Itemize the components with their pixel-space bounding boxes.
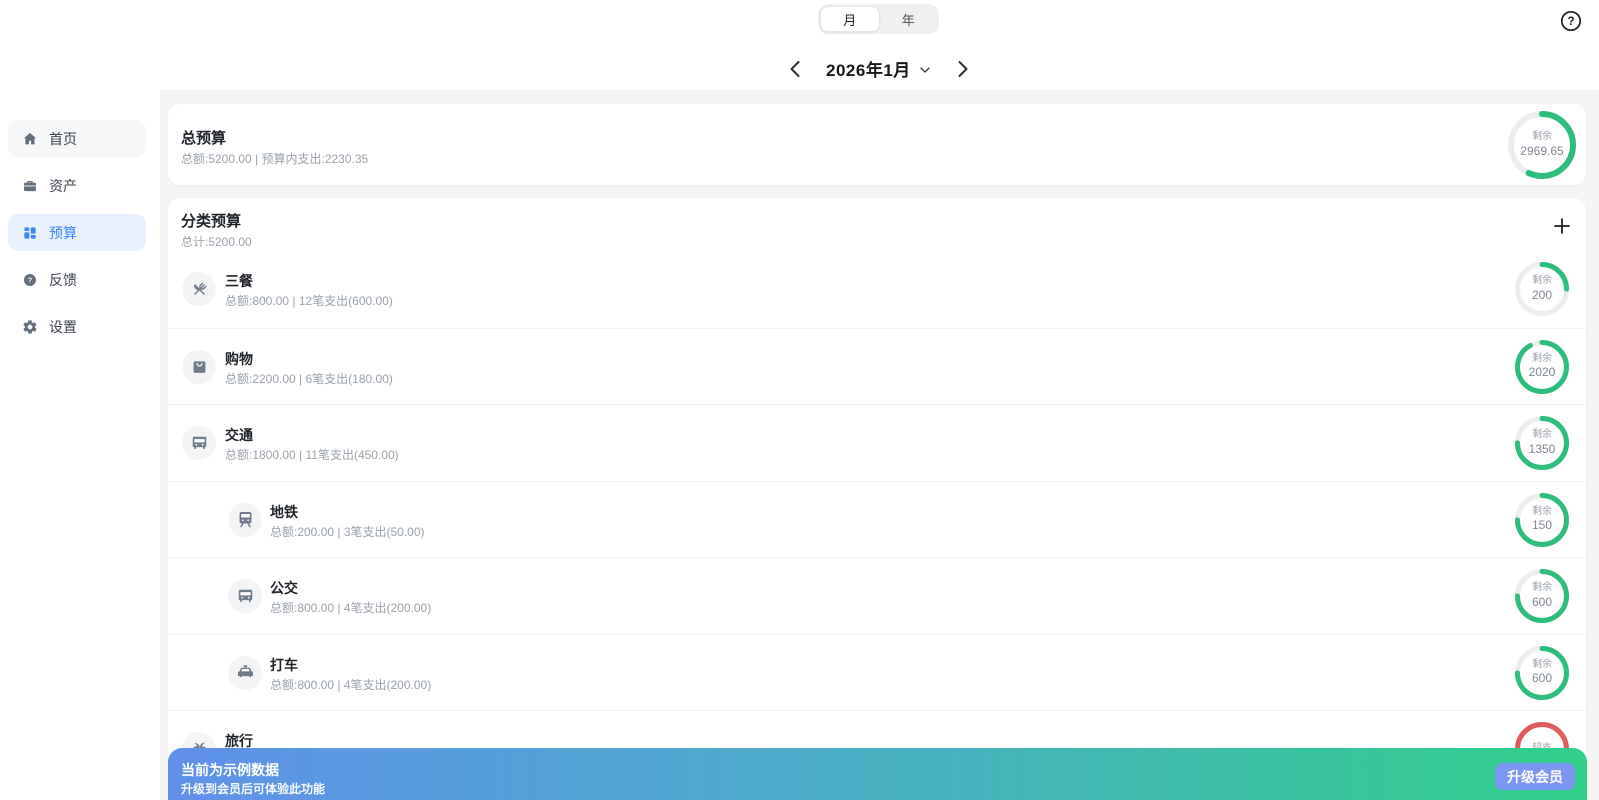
- budget-row-taxi[interactable]: 打车 总额:800.00 | 4笔支出(200.00) 剩余600: [168, 634, 1586, 711]
- total-budget-subtitle: 总额:5200.00 | 预算内支出:2230.35: [181, 150, 368, 167]
- category-budget-title: 分类预算: [181, 210, 241, 231]
- budget-row-shopping[interactable]: 购物 总额:2200.00 | 6笔支出(180.00) 剩余2020: [168, 328, 1586, 405]
- sidebar-item-label: 设置: [49, 317, 77, 337]
- budget-row-list: 三餐 总额:800.00 | 12笔支出(600.00) 剩余200 购物 总额…: [168, 251, 1586, 787]
- row-subtitle: 总额:200.00 | 3笔支出(50.00): [270, 523, 425, 540]
- svg-text:?: ?: [28, 275, 33, 284]
- remaining-ring: 剩余200: [1515, 262, 1569, 316]
- date-selector[interactable]: 2026年1月: [826, 56, 933, 81]
- feedback-icon: ?: [22, 272, 38, 288]
- bus-icon: [182, 426, 216, 460]
- sidebar-item-label: 预算: [49, 223, 77, 243]
- row-subtitle: 总额:800.00 | 4笔支出(200.00): [270, 599, 431, 616]
- period-toggle: 月 年: [818, 4, 939, 34]
- category-budget-subtitle: 总计:5200.00: [181, 233, 252, 250]
- row-subtitle: 总额:2200.00 | 6笔支出(180.00): [225, 370, 393, 387]
- utensils-icon: [182, 272, 216, 306]
- row-title: 公交: [270, 578, 298, 598]
- remaining-ring: 剩余600: [1515, 646, 1569, 700]
- wallet-icon: [22, 178, 38, 194]
- row-title: 地铁: [270, 502, 298, 522]
- svg-text:?: ?: [1567, 16, 1574, 28]
- shopping-bag-icon: [182, 350, 216, 384]
- budget-row-meals[interactable]: 三餐 总额:800.00 | 12笔支出(600.00) 剩余200: [168, 251, 1586, 328]
- budget-row-transport[interactable]: 交通 总额:1800.00 | 11笔支出(450.00) 剩余1350: [168, 404, 1586, 481]
- sidebar-item-label: 首页: [49, 129, 77, 149]
- bus-icon: [228, 579, 262, 613]
- settings-gear-icon: [22, 319, 38, 335]
- train-icon: [228, 503, 262, 537]
- row-subtitle: 总额:800.00 | 4笔支出(200.00): [270, 676, 431, 693]
- next-month-button[interactable]: [950, 57, 974, 81]
- row-title: 三餐: [225, 271, 253, 291]
- row-title: 打车: [270, 655, 298, 675]
- banner-title: 当前为示例数据: [181, 760, 279, 780]
- sidebar-item-feedback[interactable]: ? 反馈: [8, 261, 146, 298]
- prev-month-button[interactable]: [784, 57, 808, 81]
- ring-value: 2969.65: [1520, 144, 1563, 159]
- date-label: 2026年1月: [826, 56, 911, 81]
- top-bar: 月 年 ? 2026年1月: [0, 0, 1599, 90]
- budget-grid-icon: [22, 225, 38, 241]
- remaining-ring: 剩余150: [1515, 493, 1569, 547]
- sidebar-item-home[interactable]: 首页: [8, 120, 146, 157]
- total-budget-card: 总预算 总额:5200.00 | 预算内支出:2230.35 剩余 2969.6…: [168, 104, 1586, 185]
- remaining-ring: 剩余2020: [1515, 340, 1569, 394]
- banner-subtitle: 升级到会员后可体验此功能: [181, 780, 325, 797]
- category-budget-card: 分类预算 总计:5200.00 三餐 总额:800.00 | 12笔支出(600…: [168, 198, 1586, 800]
- row-title: 交通: [225, 425, 253, 445]
- total-remaining-ring: 剩余 2969.65: [1508, 111, 1576, 179]
- sidebar-item-budget[interactable]: 预算: [8, 214, 146, 251]
- ring-label: 剩余: [1520, 131, 1563, 144]
- sidebar-item-label: 资产: [49, 176, 77, 196]
- remaining-ring: 剩余1350: [1515, 416, 1569, 470]
- sidebar: 首页 资产 预算 ? 反馈 设置: [0, 90, 160, 800]
- help-icon[interactable]: ?: [1559, 9, 1583, 33]
- sidebar-item-settings[interactable]: 设置: [8, 308, 146, 345]
- row-subtitle: 总额:1800.00 | 11笔支出(450.00): [225, 446, 399, 463]
- row-subtitle: 总额:800.00 | 12笔支出(600.00): [225, 292, 393, 309]
- sample-data-banner: 当前为示例数据 升级到会员后可体验此功能 升级会员: [168, 748, 1587, 800]
- upgrade-member-button[interactable]: 升级会员: [1495, 763, 1575, 790]
- toggle-year[interactable]: 年: [880, 6, 938, 32]
- sidebar-item-label: 反馈: [49, 270, 77, 290]
- sidebar-item-assets[interactable]: 资产: [8, 167, 146, 204]
- taxi-icon: [228, 656, 262, 690]
- budget-row-bus[interactable]: 公交 总额:800.00 | 4笔支出(200.00) 剩余600: [168, 557, 1586, 634]
- remaining-ring: 剩余600: [1515, 569, 1569, 623]
- budget-row-subway[interactable]: 地铁 总额:200.00 | 3笔支出(50.00) 剩余150: [168, 481, 1586, 558]
- chevron-down-icon: [917, 62, 933, 78]
- total-budget-title: 总预算: [181, 127, 226, 148]
- toggle-month[interactable]: 月: [820, 6, 880, 32]
- add-budget-button[interactable]: [1550, 214, 1574, 238]
- row-title: 购物: [225, 349, 253, 369]
- home-icon: [22, 131, 38, 147]
